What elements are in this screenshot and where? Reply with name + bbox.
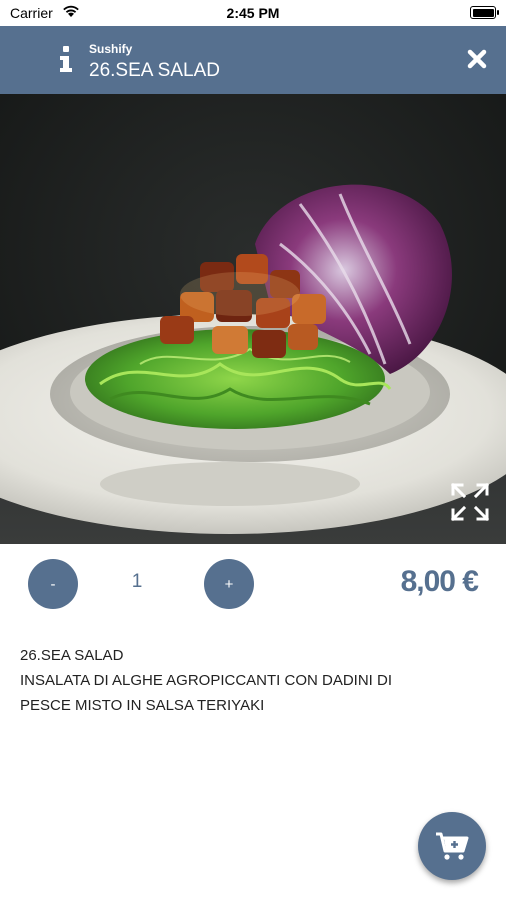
- product-details: INSALATA DI ALGHE AGROPICCANTI CON DADIN…: [20, 672, 393, 714]
- increase-quantity-button[interactable]: +: [204, 559, 254, 609]
- add-to-cart-icon: [436, 832, 469, 860]
- decrease-quantity-button[interactable]: -: [28, 559, 78, 609]
- quantity-value: 1: [131, 571, 143, 592]
- expand-icon[interactable]: [448, 480, 492, 524]
- brand-name: Sushify: [89, 42, 133, 56]
- product-photo: [0, 94, 506, 544]
- info-icon[interactable]: [58, 46, 74, 72]
- battery-icon: [470, 6, 499, 19]
- product-name: 26.SEA SALAD: [20, 647, 124, 664]
- status-bar: Carrier 2:45 PM: [0, 0, 506, 26]
- dish-illustration: [0, 94, 506, 544]
- clock: 2:45 PM: [226, 5, 280, 21]
- close-icon[interactable]: [466, 48, 488, 70]
- page-title: 26.SEA SALAD: [89, 60, 220, 81]
- price-label: 8,00 €: [400, 565, 479, 598]
- add-to-cart-button[interactable]: [418, 812, 486, 880]
- product-description: 26.SEA SALAD INSALATA DI ALGHE AGROPICCA…: [20, 643, 480, 718]
- header-bar: Sushify 26.SEA SALAD: [0, 26, 506, 94]
